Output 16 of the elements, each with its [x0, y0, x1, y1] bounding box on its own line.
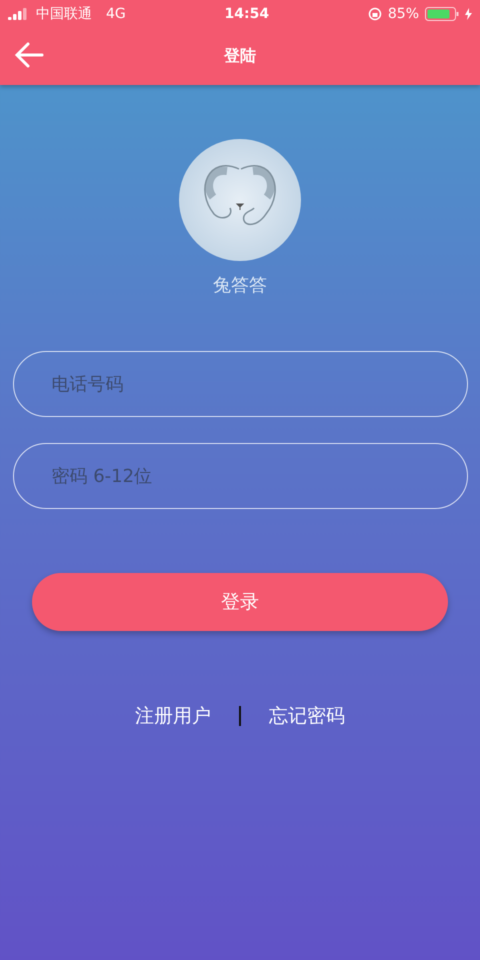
carrier-name: 中国联通: [36, 5, 92, 23]
charging-icon: [465, 8, 472, 20]
password-field[interactable]: 密码 6-12位: [12, 443, 468, 509]
battery-icon: [425, 7, 459, 21]
app-name: 兔答答: [213, 274, 267, 297]
battery-percent: 85%: [388, 6, 419, 22]
status-time: 14:54: [224, 6, 270, 22]
forgot-password-link[interactable]: 忘记密码: [269, 703, 345, 729]
rabbit-logo-icon: [179, 139, 301, 261]
phone-field[interactable]: 电话号码: [12, 351, 468, 417]
rotation-lock-icon: [368, 7, 382, 21]
login-button[interactable]: 登录: [32, 573, 448, 631]
page-title: 登陆: [224, 46, 256, 67]
network-type: 4G: [106, 6, 126, 22]
back-arrow-icon: [14, 42, 44, 68]
register-link[interactable]: 注册用户: [135, 703, 211, 729]
